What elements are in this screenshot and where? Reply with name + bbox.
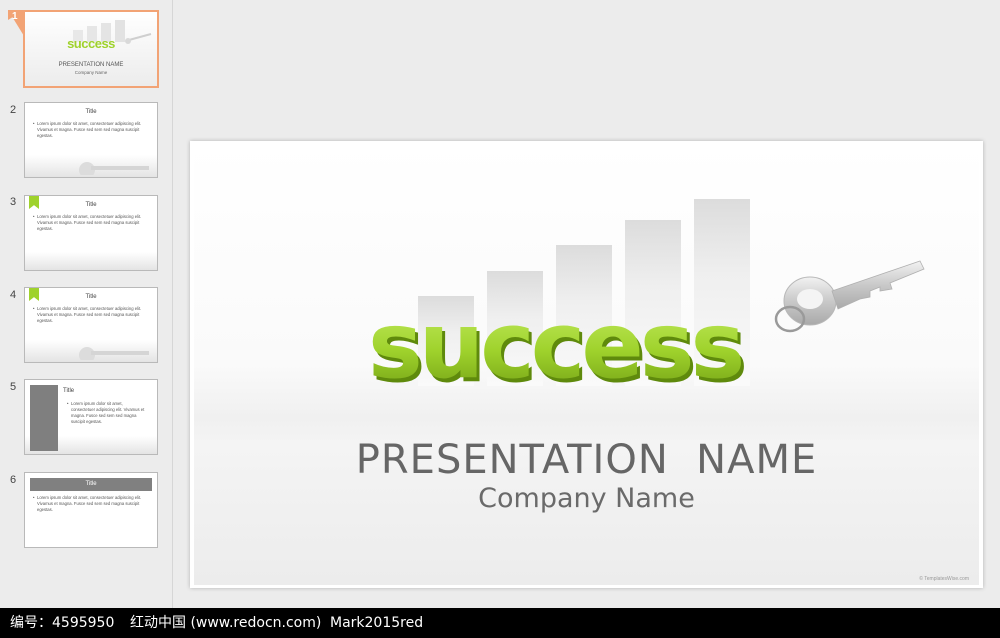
success-logo: success success: [360, 289, 820, 403]
slide-number-4: 4: [10, 289, 17, 301]
presentation-title[interactable]: PRESENTATION NAME: [190, 437, 983, 483]
template-credit: © TemplatesWise.com: [919, 576, 969, 582]
thumb-body: • Lorem ipsum dolor sit amet, consectetue…: [33, 214, 142, 231]
svg-text:success: success: [368, 292, 741, 389]
slide-thumbnail-pane: 1 success PRESENTATION NAME Company Name…: [0, 0, 173, 608]
thumb-title: Title: [85, 202, 97, 208]
thumb-body: • Lorem ipsum dolor sit amet, consectetue…: [33, 306, 142, 323]
thumb-success-logo: success: [67, 36, 115, 51]
slide-thumbnail-3[interactable]: Title • Lorem ipsum dolor sit amet, conse…: [24, 195, 158, 271]
slide-thumbnail-4[interactable]: Title • Lorem ipsum dolor sit amet, conse…: [24, 287, 158, 363]
thumb-background: [25, 252, 157, 270]
thumb-title: Title: [85, 109, 97, 115]
author-label: Mark2015red: [330, 615, 424, 631]
slide-thumbnail-6[interactable]: Title • Lorem ipsum dolor sit amet, conse…: [24, 472, 158, 548]
thumb-subtitle: Company Name: [74, 70, 108, 75]
thumb-title: Title: [85, 481, 97, 487]
slide-thumbnail-5[interactable]: Title • Lorem ipsum dolor sit amet, conse…: [24, 379, 158, 455]
image-id-label: 编号：4595950: [10, 615, 115, 631]
slide-number-6: 6: [10, 474, 17, 486]
site-label: 红动中国 (www.redocn.com): [130, 615, 322, 631]
thumb-title: PRESENTATION NAME: [58, 62, 124, 68]
slide-number-3: 3: [10, 196, 17, 208]
thumb-body: • Lorem ipsum dolor sit amet, consectetue…: [67, 401, 145, 424]
thumb-key-icon: [79, 162, 149, 175]
slide-number-1: 1: [12, 11, 18, 22]
main-slide-canvas[interactable]: success success PRESENTATION NAME Compan…: [190, 141, 983, 588]
thumb-body: • Lorem ipsum dolor sit amet, consectetue…: [33, 495, 142, 512]
thumb-image-placeholder: [30, 385, 58, 451]
image-caption-bar: 编号：4595950 红动中国 (www.redocn.com) Mark201…: [0, 608, 1000, 638]
company-name[interactable]: Company Name: [190, 483, 983, 514]
thumb-title: Title: [63, 388, 75, 394]
thumb-body: • Lorem ipsum dolor sit amet, consectetue…: [33, 121, 142, 138]
slide-thumbnail-2[interactable]: Title • Lorem ipsum dolor sit amet, conse…: [24, 102, 158, 178]
thumb-title: Title: [85, 294, 97, 300]
slide-number-5: 5: [10, 381, 17, 393]
slide-number-2: 2: [10, 104, 17, 116]
slide-thumbnail-1[interactable]: success PRESENTATION NAME Company Name: [23, 10, 159, 88]
success-logo-text: success success: [368, 292, 748, 403]
thumb-key-icon: [79, 347, 149, 360]
